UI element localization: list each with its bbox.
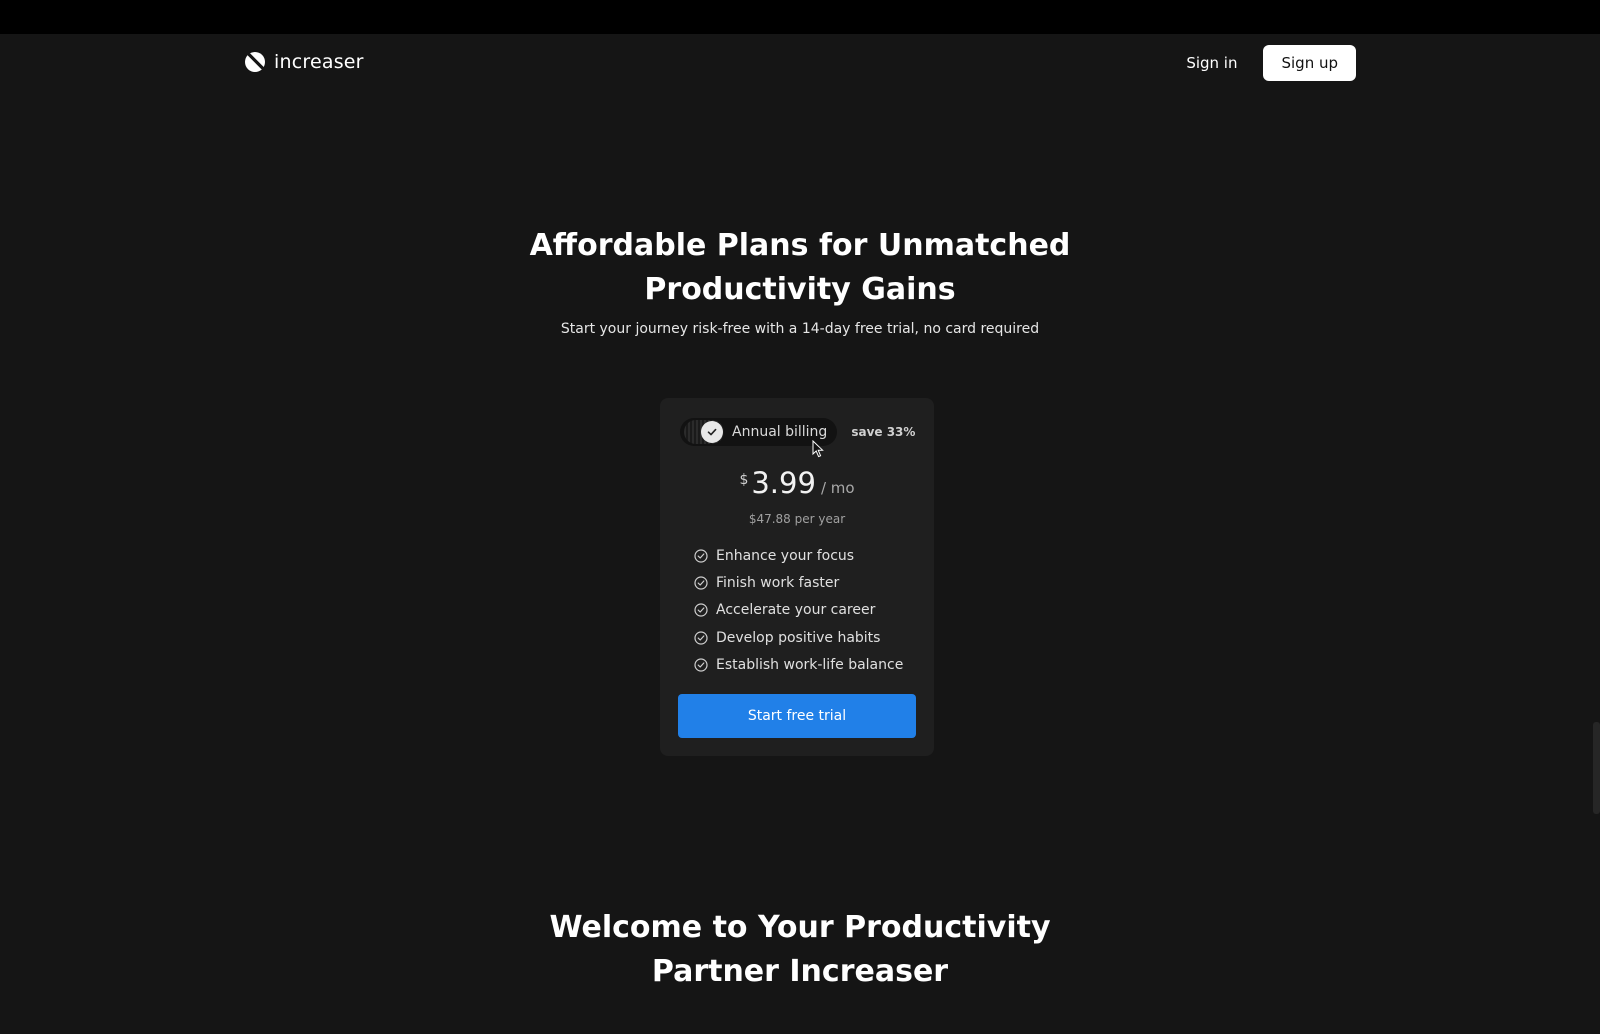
save-badge: save 33%: [851, 425, 916, 439]
hero-title-line-2: Productivity Gains: [644, 272, 956, 307]
toggle-track: [684, 420, 724, 444]
brand-logo[interactable]: increaser: [244, 51, 364, 73]
check-circle-icon: [694, 658, 708, 672]
logo-icon: [245, 52, 265, 72]
check-circle-icon: [694, 603, 708, 618]
price-currency: $: [739, 472, 749, 488]
feature-label: Establish work-life balance: [716, 657, 904, 674]
feature-label: Develop positive habits: [716, 629, 881, 646]
site-header: increaser Sign in Sign up: [0, 34, 1600, 94]
feature-label: Enhance your focus: [716, 547, 855, 564]
welcome-title-line-1: Welcome to Your Productivity: [549, 910, 1051, 945]
feature-item: Accelerate your career: [694, 597, 903, 624]
check-circle-icon: [694, 576, 708, 590]
feature-item: Establish work-life balance: [694, 652, 903, 679]
price: $ 3.99 / mo: [660, 466, 934, 500]
checkmark-icon: [707, 428, 717, 436]
sign-in-link[interactable]: Sign in: [1186, 54, 1237, 72]
feature-item: Finish work faster: [694, 569, 903, 596]
hero-title-line-1: Affordable Plans for Unmatched: [529, 228, 1071, 263]
page-scrollbar[interactable]: [1593, 722, 1600, 814]
mouse-cursor-icon: [812, 440, 824, 458]
browser-top-bar: [0, 0, 1600, 34]
toggle-knob: [701, 421, 723, 443]
start-free-trial-button[interactable]: Start free trial: [678, 694, 916, 738]
price-period: / mo: [820, 479, 855, 497]
yearly-price: $47.88 per year: [748, 512, 846, 526]
price-amount: 3.99: [751, 466, 816, 500]
feature-label: Finish work faster: [716, 575, 840, 592]
check-circle-icon: [694, 549, 708, 563]
feature-label: Accelerate your career: [716, 602, 876, 619]
feature-item: Enhance your focus: [694, 542, 903, 569]
pricing-card: Annual billing save 33% $ 3.99 / mo $47.…: [660, 398, 934, 756]
annual-billing-label: Annual billing: [732, 424, 828, 440]
header-nav: Sign in Sign up: [1186, 45, 1356, 81]
hero-title: Affordable Plans for Unmatched Productiv…: [0, 224, 1600, 312]
hero-subtitle: Start your journey risk-free with a 14-d…: [560, 321, 1040, 337]
welcome-title: Welcome to Your Productivity Partner Inc…: [0, 906, 1600, 994]
feature-item: Develop positive habits: [694, 624, 903, 651]
feature-list: Enhance your focus Finish work faster Ac…: [694, 542, 903, 679]
sign-up-button[interactable]: Sign up: [1263, 45, 1356, 81]
welcome-title-line-2: Partner Increaser: [651, 954, 949, 989]
billing-row: Annual billing save 33%: [680, 418, 916, 446]
brand-name: increaser: [274, 51, 364, 73]
check-circle-icon: [694, 631, 708, 645]
